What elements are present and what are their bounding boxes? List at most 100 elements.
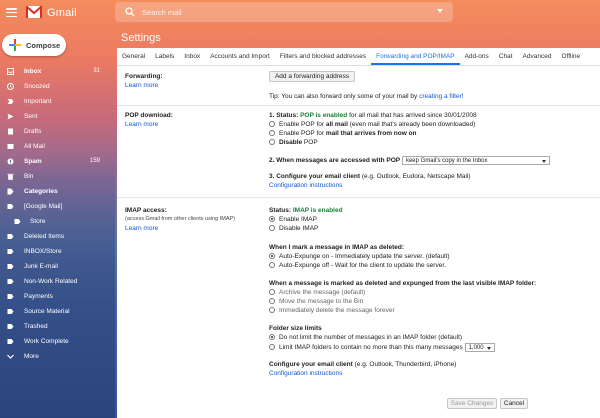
sidebar-item-more[interactable]: More [0, 349, 115, 364]
imap-label: IMAP access: [125, 207, 167, 214]
send-icon [7, 113, 14, 120]
sidebar-item-drafts[interactable]: Drafts [0, 124, 115, 139]
move-bin-option[interactable]: Move the message to the Bin [269, 298, 363, 305]
main-menu-icon[interactable] [6, 8, 17, 17]
no-limit-option[interactable]: Do not limit the number of messages in a… [269, 334, 462, 341]
tab-add-ons[interactable]: Add-ons [460, 48, 494, 65]
imap-configuration-link[interactable]: Configuration instructions [269, 370, 342, 377]
sidebar-item-google-mail[interactable]: [Google Mail] [0, 199, 115, 214]
pop-learn-more-link[interactable]: Learn more [125, 121, 158, 128]
pop-opt3-bold: Disable [279, 139, 303, 146]
expunge-on-option[interactable]: Auto-Expunge on - Immediately update the… [269, 253, 450, 260]
tab-accounts-and-import[interactable]: Accounts and Import [205, 48, 275, 65]
sidebar-item-spam[interactable]: Spam 159 [0, 154, 115, 169]
radio-button-selected[interactable] [269, 216, 275, 222]
tab-advanced[interactable]: Advanced [518, 48, 557, 65]
sidebar-item-trashed[interactable]: Trashed [0, 319, 115, 334]
radio-button[interactable] [269, 139, 275, 145]
delete-forever-option[interactable]: Immediately delete the message forever [269, 307, 395, 314]
imap-learn-more-link[interactable]: Learn more [125, 225, 158, 232]
tab-inbox[interactable]: Inbox [179, 48, 205, 65]
label-icon [7, 234, 14, 239]
tab-labels[interactable]: Labels [150, 48, 179, 65]
pop-access-value: keep Gmail's copy in the Inbox [405, 158, 488, 164]
cancel-button[interactable]: Cancel [500, 398, 528, 409]
save-changes-button[interactable]: Save Changes [447, 398, 497, 409]
radio-button[interactable] [269, 225, 275, 231]
radio-button-selected[interactable] [269, 253, 275, 259]
sidebar-item-all-mail[interactable]: All Mail [0, 139, 115, 154]
tab-forwarding-and-pop-imap[interactable]: Forwarding and POP/IMAP [371, 48, 460, 65]
archive-option[interactable]: Archive the message (default) [269, 289, 365, 296]
label-icon [7, 309, 14, 314]
trash-icon [7, 173, 14, 180]
archive-label: Archive the message (default) [279, 289, 366, 296]
imap-disable-option[interactable]: Disable IMAP [269, 225, 318, 232]
search-input[interactable]: Search mail [142, 8, 182, 17]
imap-status-prefix: Status: [269, 207, 293, 214]
limit-option[interactable]: Limit IMAP folders to contain no more th… [269, 343, 495, 352]
search-icon[interactable] [125, 7, 135, 17]
sidebar-item-bin[interactable]: Bin [0, 169, 115, 184]
sidebar-item-work-complete[interactable]: Work Complete [0, 334, 115, 349]
radio-button[interactable] [269, 289, 275, 295]
forwarding-label: Forwarding: [125, 73, 163, 80]
label-icon [14, 219, 21, 224]
expunge-off-option[interactable]: Auto-Expunge off - Wait for the client t… [269, 262, 446, 269]
chevron-down-icon [541, 160, 546, 163]
pop-configuration-link[interactable]: Configuration instructions [269, 182, 342, 189]
sidebar-item-label: Payments [24, 293, 53, 300]
sidebar-item-junk-e-mail[interactable]: Junk E-mail [0, 259, 115, 274]
sidebar-item-label: More [24, 353, 39, 360]
sidebar-item-label: Snoozed [24, 83, 50, 90]
sidebar-item-deleted-items[interactable]: Deleted Items [0, 229, 115, 244]
tab-filters-and-blocked-addresses[interactable]: Filters and blocked addresses [275, 48, 371, 65]
compose-label: Compose [26, 41, 61, 50]
pop-configure-suffix: (e.g. Outlook, Eudora, Netscape Mail) [360, 173, 471, 180]
sidebar-item-categories[interactable]: Categories [0, 184, 115, 199]
radio-button[interactable] [269, 121, 275, 127]
sidebar-item-label: All Mail [24, 143, 45, 150]
imap-enable-option[interactable]: Enable IMAP [269, 216, 317, 223]
search-options-icon[interactable] [437, 9, 443, 13]
sidebar-item-inbox-store[interactable]: INBOX/Store [0, 244, 115, 259]
radio-button[interactable] [269, 307, 275, 313]
tab-general[interactable]: General [117, 48, 150, 65]
radio-button-selected[interactable] [269, 334, 275, 340]
sidebar-item-label: Inbox [24, 68, 42, 75]
limit-select[interactable]: 1,000 [464, 343, 495, 352]
pop-access-select[interactable]: keep Gmail's copy in the Inbox [401, 156, 550, 165]
tab-chat[interactable]: Chat [494, 48, 518, 65]
radio-button[interactable] [269, 298, 275, 304]
sidebar-item-label: [Google Mail] [24, 203, 63, 210]
add-forwarding-address-button[interactable]: Add a forwarding address [269, 71, 355, 82]
radio-button[interactable] [269, 130, 275, 136]
sidebar-item-non-work-related[interactable]: Non-Work Related [0, 274, 115, 289]
unread-count: 31 [93, 68, 100, 74]
search-bar[interactable]: Search mail [115, 2, 453, 22]
imap-section: IMAP access: (access Gmail from other cl… [117, 198, 600, 393]
sidebar-item-payments[interactable]: Payments [0, 289, 115, 304]
gmail-logo-icon[interactable] [26, 5, 42, 19]
pop-option-from-now[interactable]: Enable POP for mail that arrives from no… [269, 130, 417, 137]
tab-offline[interactable]: Offline [556, 48, 585, 65]
compose-button[interactable]: Compose [2, 34, 66, 56]
pop-option-all-mail[interactable]: Enable POP for all mail (even mail that'… [269, 121, 475, 128]
radio-button[interactable] [269, 344, 275, 351]
imap-status: Status: IMAP is enabled [269, 207, 343, 214]
forwarding-section: Forwarding: Learn more Add a forwarding … [117, 66, 600, 106]
sidebar-item-important[interactable]: Important [0, 94, 115, 109]
pop-opt1-bold: all mail [325, 121, 348, 128]
sidebar-item-sent[interactable]: Sent [0, 109, 115, 124]
no-limit-label: Do not limit the number of messages in a… [279, 334, 463, 341]
pop-opt3-suffix: POP [302, 139, 318, 146]
sidebar-item-inbox[interactable]: Inbox 31 [0, 64, 115, 79]
radio-button[interactable] [269, 262, 275, 268]
pop-status-prefix: 1. Status: [269, 112, 301, 119]
sidebar-item-source-material[interactable]: Source Material [0, 304, 115, 319]
forwarding-learn-more-link[interactable]: Learn more [125, 82, 158, 89]
pop-option-disable[interactable]: Disable POP [269, 139, 318, 146]
create-filter-link[interactable]: creating a filter! [419, 93, 463, 100]
sidebar-item-snoozed[interactable]: Snoozed [0, 79, 115, 94]
sidebar-item-store[interactable]: Store [0, 214, 115, 229]
